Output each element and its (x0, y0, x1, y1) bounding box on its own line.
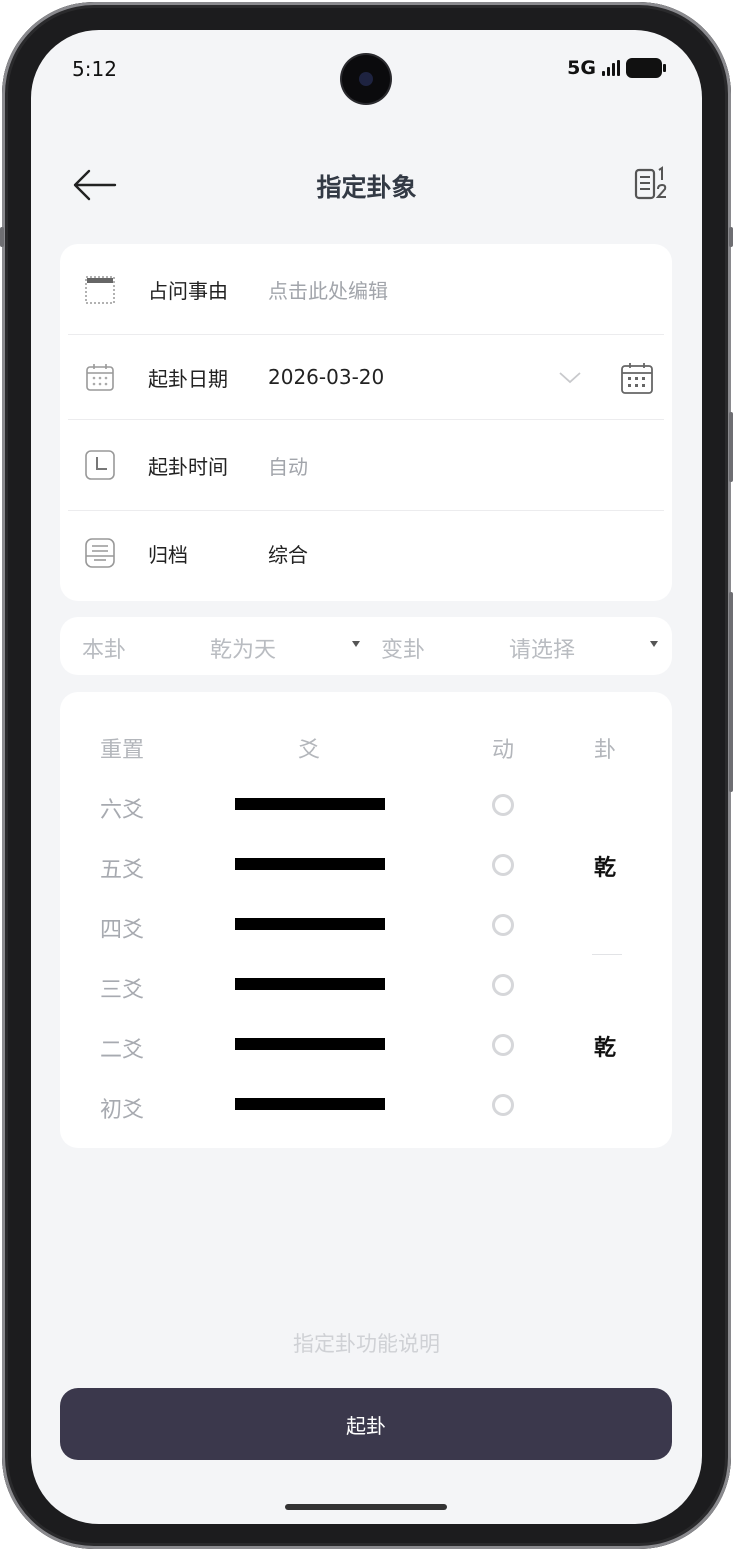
moving-toggle[interactable] (492, 854, 514, 876)
yang-line[interactable] (235, 978, 385, 990)
yao-name: 三爻 (100, 978, 145, 1003)
battery-icon (626, 58, 666, 78)
date-label: 起卦日期 (148, 366, 228, 391)
reset-button[interactable]: 重置 (100, 732, 144, 764)
yao-row: 二爻 (60, 1032, 672, 1092)
submit-button[interactable]: 起卦 (60, 1388, 672, 1460)
phone-frame: 5:12 5G 指定卦象 占问事由 点击此处编辑 起卦日期 2026-03-20… (0, 2, 733, 1549)
history-button[interactable] (632, 164, 672, 204)
reason-row[interactable]: 占问事由 点击此处编辑 (68, 244, 664, 334)
time-row[interactable]: 起卦时间 自动 (68, 420, 664, 510)
status-time: 5:12 (72, 57, 117, 81)
front-camera (342, 55, 390, 103)
reason-label: 占问事由 (148, 278, 228, 303)
yang-line[interactable] (235, 918, 385, 930)
moving-toggle[interactable] (492, 1094, 514, 1116)
bian-gua-label: 变卦 (381, 638, 426, 663)
ben-gua-select[interactable]: 乾为天 (210, 632, 276, 664)
yao-name: 初爻 (100, 1098, 145, 1123)
archive-row[interactable]: 归档 综合 (68, 511, 664, 595)
note-icon (85, 276, 115, 304)
moving-header: 动 (492, 738, 515, 763)
yao-row: 初爻 (60, 1092, 672, 1152)
yao-row: 五爻 (60, 852, 672, 912)
status-indicators: 5G (567, 57, 666, 79)
moving-toggle[interactable] (492, 974, 514, 996)
archive-value[interactable]: 综合 (268, 539, 308, 568)
moving-toggle[interactable] (492, 1034, 514, 1056)
yang-line[interactable] (235, 798, 385, 810)
moving-toggle[interactable] (492, 794, 514, 816)
network-type: 5G (567, 57, 596, 79)
moving-toggle[interactable] (492, 914, 514, 936)
volume-button (729, 412, 733, 482)
list-numbered-icon (634, 166, 667, 200)
hexagram-selector: 本卦 乾为天 变卦 请选择 (60, 617, 672, 675)
upper-trigram: 乾 (594, 856, 617, 881)
yao-table: 重置 爻 动 卦 六爻 五爻 四爻 三爻 二爻 初爻 乾 乾 (60, 692, 672, 1148)
power-button (729, 592, 733, 792)
archive-label: 归档 (148, 542, 188, 567)
lower-trigram: 乾 (594, 1036, 617, 1061)
side-button (729, 227, 733, 247)
yao-name: 六爻 (100, 798, 145, 823)
time-value[interactable]: 自动 (268, 451, 308, 480)
nav-bar: 指定卦象 (31, 150, 702, 220)
bian-gua-select[interactable]: 请选择 (509, 632, 575, 664)
reason-input[interactable]: 点击此处编辑 (268, 275, 388, 304)
yang-line[interactable] (235, 1038, 385, 1050)
signal-icon (602, 60, 620, 76)
date-value[interactable]: 2026-03-20 (268, 365, 384, 389)
ben-gua-label: 本卦 (82, 638, 127, 663)
help-link[interactable]: 指定卦功能说明 (31, 1328, 702, 1358)
yao-row: 六爻 (60, 792, 672, 852)
status-bar: 5:12 5G (31, 30, 702, 110)
yang-line[interactable] (235, 858, 385, 870)
info-card: 占问事由 点击此处编辑 起卦日期 2026-03-20 起卦时间 自动 归档 综… (60, 244, 672, 601)
trigram-divider (592, 954, 622, 955)
calendar-picker-icon[interactable] (620, 361, 654, 395)
yao-row: 四爻 (60, 912, 672, 972)
yao-header: 爻 (298, 738, 321, 763)
page-title: 指定卦象 (316, 173, 417, 202)
gua-header: 卦 (594, 738, 617, 763)
caret-down-icon[interactable] (650, 641, 658, 647)
yang-line[interactable] (235, 1098, 385, 1110)
yao-name: 二爻 (100, 1038, 145, 1063)
side-button (0, 227, 4, 247)
time-label: 起卦时间 (148, 454, 228, 479)
caret-down-icon[interactable] (352, 641, 360, 647)
date-row[interactable]: 起卦日期 2026-03-20 (68, 335, 664, 419)
chevron-down-icon[interactable] (558, 369, 582, 385)
home-indicator[interactable] (285, 1504, 447, 1510)
yao-name: 五爻 (100, 858, 145, 883)
calendar-icon (86, 364, 114, 391)
clock-icon (85, 450, 115, 480)
yao-name: 四爻 (100, 918, 145, 943)
archive-icon (85, 538, 115, 568)
yao-row: 三爻 (60, 972, 672, 1032)
app-screen: 5:12 5G 指定卦象 占问事由 点击此处编辑 起卦日期 2026-03-20… (31, 30, 702, 1524)
